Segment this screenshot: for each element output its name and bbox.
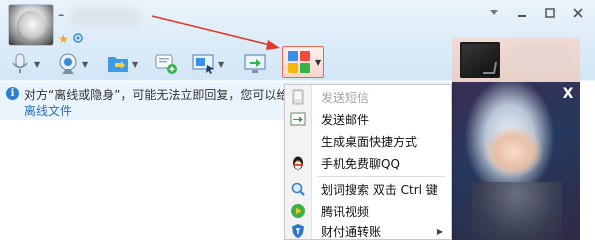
submenu-arrow-icon: ▶: [436, 226, 443, 236]
more-apps-menu: 发送短信 发送邮件 生成桌面快捷方式 手机免费聊QQ 划词搜索 双击 Ctrl …: [284, 84, 452, 240]
more-apps-button[interactable]: ▼: [282, 46, 324, 78]
menu-item-mobile-qq[interactable]: 手机免费聊QQ: [285, 153, 451, 173]
file-transfer-dropdown-arrow[interactable]: ▼: [132, 60, 138, 69]
play-icon: [285, 203, 311, 219]
chat-add-icon: [154, 52, 178, 76]
mail-icon: [285, 111, 311, 127]
screen-share-button[interactable]: ▼: [192, 50, 224, 78]
shield-icon: [285, 223, 311, 239]
maximize-icon[interactable]: [539, 4, 561, 22]
menu-item-tencent-video[interactable]: 腾讯视频: [285, 201, 451, 221]
webcam-icon: [56, 52, 80, 76]
folder-transfer-icon: [106, 52, 130, 76]
remote-assist-button[interactable]: [244, 50, 268, 78]
qq-penguin-icon: [285, 155, 311, 171]
contact-status-row: ★: [58, 32, 83, 46]
menu-separator: [317, 176, 445, 177]
video-dropdown-arrow[interactable]: ▼: [82, 60, 88, 69]
video-panel-redacted: [510, 44, 572, 74]
video-preview-panel: [452, 38, 580, 82]
menu-item-send-sms[interactable]: 发送短信: [285, 87, 451, 107]
star-icon[interactable]: ★: [58, 32, 69, 46]
contact-name-prefix: -: [58, 4, 65, 25]
menu-item-word-search[interactable]: 划词搜索 双击 Ctrl 键: [285, 179, 451, 199]
window-controls: [483, 4, 589, 22]
menu-item-send-email[interactable]: 发送邮件: [285, 109, 451, 129]
remote-assist-icon: [244, 52, 268, 76]
magnifier-icon: [285, 181, 311, 197]
more-apps-dropdown-arrow[interactable]: ▼: [315, 58, 321, 67]
chat-toolbar: ▼ ▼ ▼ ▼: [0, 46, 450, 80]
chevron-down-icon[interactable]: [483, 4, 505, 22]
minimize-icon[interactable]: [511, 4, 533, 22]
sms-icon: [285, 89, 311, 105]
voice-button[interactable]: ▼: [8, 50, 40, 78]
menu-item-desktop-shortcut[interactable]: 生成桌面快捷方式: [285, 131, 451, 151]
info-icon: i: [6, 87, 19, 100]
screen-share-icon: [192, 52, 216, 76]
microphone-icon: [8, 52, 32, 76]
camera-tile[interactable]: [460, 42, 500, 78]
offline-notice-text: 对方“离线或隐身”，可能无法立即回复，您可以给: [24, 88, 289, 102]
contact-avatar[interactable]: [8, 4, 54, 46]
contact-name-redacted: [70, 8, 140, 26]
create-discussion-button[interactable]: [154, 50, 178, 78]
offline-file-link[interactable]: 离线文件: [24, 102, 72, 119]
voice-dropdown-arrow[interactable]: ▼: [34, 60, 40, 69]
close-icon[interactable]: [567, 4, 589, 22]
ad-banner[interactable]: X: [452, 82, 580, 240]
apps-grid-icon: [288, 51, 310, 73]
screen-share-dropdown-arrow[interactable]: ▼: [218, 60, 224, 69]
menu-item-tenpay-transfer[interactable]: 财付通转账 ▶: [285, 221, 451, 240]
file-transfer-button[interactable]: ▼: [106, 50, 138, 78]
pin-icon[interactable]: [73, 32, 83, 46]
ad-close-icon[interactable]: X: [560, 86, 576, 102]
video-button[interactable]: ▼: [56, 50, 88, 78]
